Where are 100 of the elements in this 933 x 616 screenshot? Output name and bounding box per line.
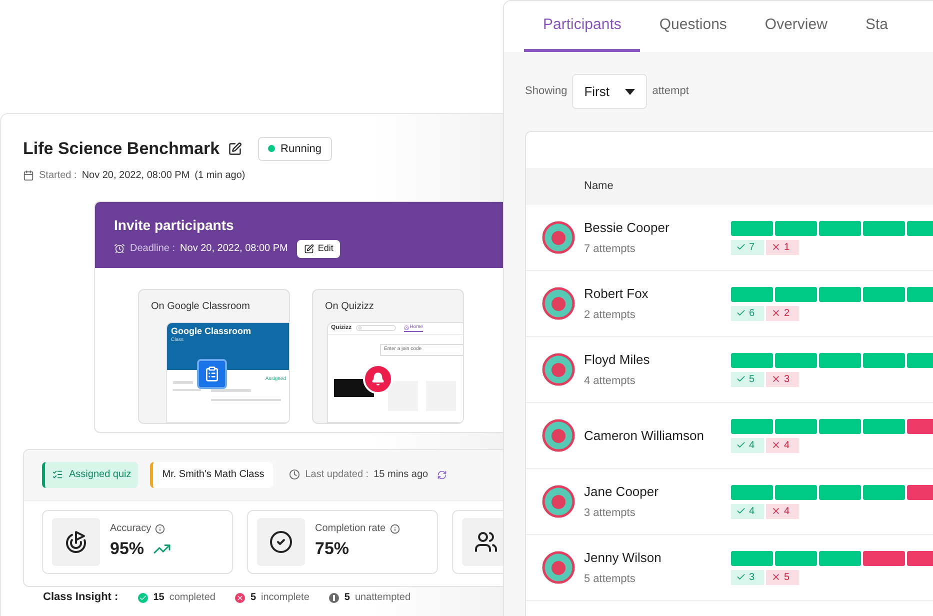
- incorrect-count: 4: [766, 438, 799, 452]
- deadline-label: Deadline :: [130, 242, 176, 256]
- started-label: Started :: [39, 168, 77, 182]
- preview-title: Google Classroom: [171, 324, 252, 336]
- participant-row[interactable]: Jane Cooper 3 attempts 4 4: [526, 469, 933, 535]
- correct-count: 7: [731, 240, 764, 254]
- attempt-label: attempt: [652, 84, 689, 100]
- cross-icon: [771, 506, 781, 516]
- quiz-title: Life Science Benchmark: [23, 138, 220, 160]
- incorrect-count: 2: [766, 306, 799, 320]
- attempt-count: 2 attempts: [584, 308, 636, 322]
- insight-count: 5: [344, 591, 350, 605]
- check-icon: [736, 308, 746, 318]
- cross-icon: [771, 572, 781, 582]
- tab[interactable]: Questions: [640, 1, 746, 52]
- cross-icon: [771, 374, 781, 384]
- option-label: On Quizizz: [324, 300, 375, 314]
- info-icon[interactable]: [155, 524, 166, 534]
- incorrect-count: 1: [766, 240, 799, 254]
- participant-name: Floyd Miles: [584, 351, 651, 369]
- check-icon: [736, 440, 746, 450]
- alarm-icon: [114, 243, 125, 254]
- participant-row[interactable]: Bessie Cooper 7 attempts 7 1: [526, 205, 933, 271]
- participant-name: Jane Cooper: [584, 483, 660, 501]
- search-icon: [358, 326, 362, 330]
- check-circle-icon: [269, 530, 293, 554]
- deadline-date: Nov 20, 2022, 08:00 PM: [180, 242, 288, 256]
- check-icon: [736, 242, 746, 252]
- started-ago: (1 min ago): [194, 168, 246, 182]
- participant-name: Cameron Williamson: [584, 426, 705, 445]
- attempt-count: 7 attempts: [584, 242, 636, 256]
- attempt-count: 5 attempts: [584, 572, 636, 586]
- tab[interactable]: Participants: [524, 1, 640, 52]
- insight-text: incomplete: [261, 591, 310, 605]
- tab[interactable]: Sta: [846, 1, 907, 52]
- participant-row[interactable]: Jenny Wilson 5 attempts 3 5: [526, 535, 933, 601]
- avatar-icon: [542, 419, 575, 452]
- quiz-card-placeholder: [388, 380, 418, 410]
- home-icon: [404, 325, 409, 330]
- tab[interactable]: Overview: [746, 1, 846, 52]
- insight-text: unattempted: [354, 591, 411, 605]
- column-header: Name: [584, 179, 614, 194]
- refresh-icon[interactable]: [437, 470, 448, 480]
- edit-icon: [304, 244, 314, 254]
- attempt-count: 4 attempts: [584, 374, 636, 388]
- participant-name: Jenny Wilson: [584, 549, 662, 567]
- insight-count: 5: [250, 591, 256, 605]
- insight-text: completed: [169, 591, 216, 605]
- bell-icon: [371, 372, 385, 386]
- correct-count: 5: [731, 372, 764, 386]
- metric-value: 75%: [315, 538, 350, 560]
- participant-name: Robert Fox: [584, 285, 650, 303]
- correct-count: 3: [731, 570, 764, 584]
- checklist-icon: [52, 469, 63, 480]
- info-icon[interactable]: [390, 524, 400, 534]
- correct-count: 4: [731, 438, 764, 452]
- avatar-icon: [542, 287, 575, 320]
- clock-icon: [289, 469, 300, 480]
- avatar-icon: [542, 221, 575, 254]
- participant-row[interactable]: Floyd Miles 4 attempts 5 3: [526, 337, 933, 403]
- metric-value: 95%: [110, 538, 144, 560]
- avatar-icon: [542, 485, 575, 518]
- insight-label: Class Insight :: [42, 590, 118, 606]
- incorrect-count: 4: [766, 504, 799, 518]
- invite-title: Invite participants: [114, 216, 235, 235]
- attempt-dropdown[interactable]: First: [572, 74, 648, 109]
- option-label: On Google Classroom: [150, 300, 251, 314]
- metric-label: Accuracy: [110, 522, 152, 536]
- avatar-icon: [542, 551, 575, 584]
- updated-time: 15 mins ago: [374, 468, 428, 482]
- attempt-count: 3 attempts: [584, 506, 636, 520]
- started-date: Nov 20, 2022, 08:00 PM: [82, 168, 190, 182]
- target-icon: [64, 530, 88, 554]
- check-icon: [736, 572, 746, 582]
- cross-icon: [771, 242, 781, 252]
- check-icon: [736, 374, 746, 384]
- clipboard-icon: [204, 366, 220, 382]
- avatar-icon: [542, 353, 575, 386]
- participant-row[interactable]: Cameron Williamson 4 4: [526, 403, 933, 469]
- calendar-icon: [23, 170, 34, 180]
- users-icon: [474, 530, 498, 554]
- class-tag: Mr. Smith's Math Class: [150, 462, 274, 488]
- showing-label: Showing: [525, 84, 568, 100]
- correct-count: 4: [731, 504, 764, 518]
- participant-name: Bessie Cooper: [584, 219, 670, 237]
- insight-count: 15: [153, 591, 164, 605]
- metric-label: Completion rate: [315, 522, 386, 536]
- edit-icon[interactable]: [228, 142, 242, 156]
- incorrect-count: 3: [766, 372, 799, 386]
- caret-icon: [625, 88, 636, 94]
- check-icon: [736, 506, 746, 516]
- edit-button[interactable]: Edit: [296, 240, 340, 258]
- correct-count: 6: [731, 306, 764, 320]
- assigned-tag: Assigned quiz: [42, 462, 138, 488]
- status-badge: Running: [258, 136, 332, 161]
- incorrect-count: 5: [766, 570, 799, 584]
- cross-icon: [771, 440, 781, 450]
- participant-row[interactable]: Robert Fox 2 attempts 6 2: [526, 271, 933, 337]
- updated-label: Last updated :: [305, 468, 369, 482]
- cross-icon: [771, 308, 781, 318]
